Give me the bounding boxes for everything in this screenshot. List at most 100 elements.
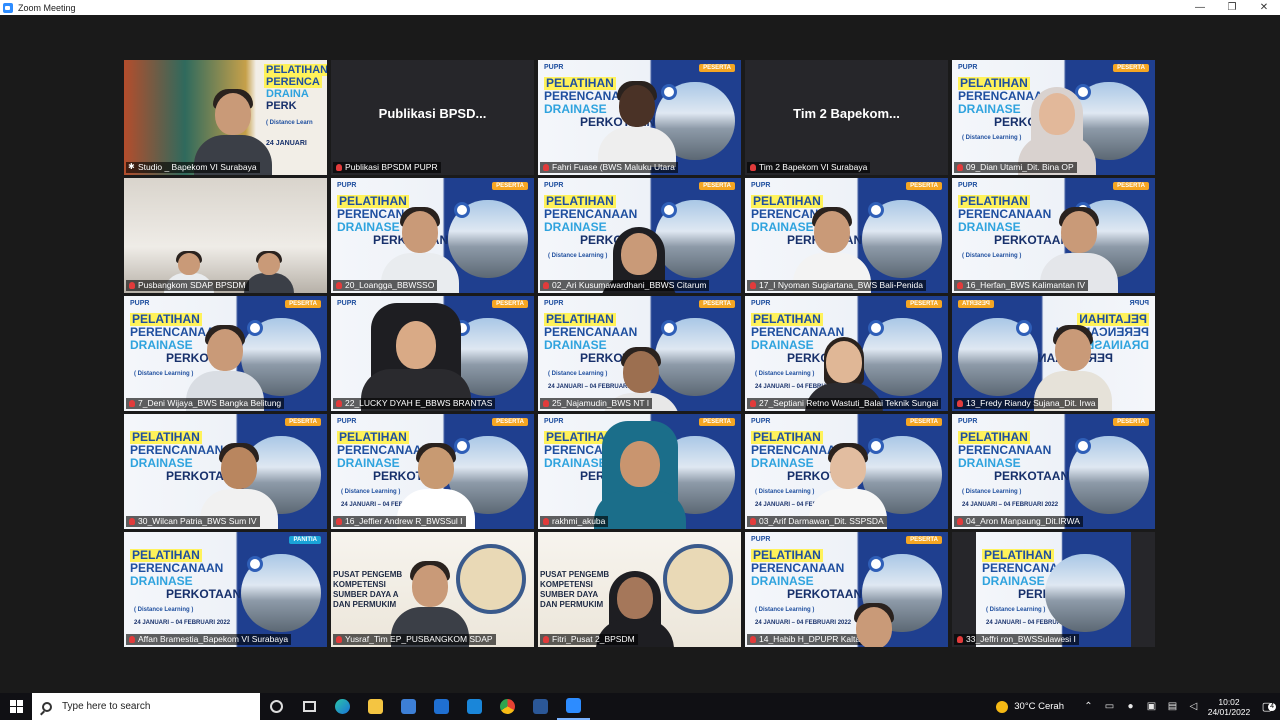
video-tile-aron[interactable]: PUPR PESERTA PELATIHAN PERENCANAAN DRAINAS… xyxy=(952,414,1155,529)
close-button[interactable]: ✕ xyxy=(1248,0,1280,15)
notification-center-button[interactable]: ▢ 4 xyxy=(1254,700,1280,713)
microphone-icon[interactable]: ● xyxy=(1120,701,1141,712)
video-tile-wilcan[interactable]: PESERTA PELATIHAN PERENCANAAN DRAINASE PERK… xyxy=(124,414,327,529)
taskbar-search-box[interactable]: Type here to search xyxy=(32,693,260,720)
participant-name: 14_Habib H_DPUPR Kaltara xyxy=(759,634,868,644)
peserta-badge: PESERTA xyxy=(699,418,735,426)
chrome-taskbar-button[interactable] xyxy=(491,693,524,720)
video-tile-habib[interactable]: PUPR PESERTA PELATIHAN PERENCANAAN DRAINAS… xyxy=(745,532,948,647)
gallery-grid: PELATIHAN PERENCA DRAINA PERK ( Distance… xyxy=(124,60,1155,647)
video-tile-fredy[interactable]: PUPR PESERTA PELATIHAN PERENCANAAN DRAINAS… xyxy=(952,296,1155,411)
video-tile-jeffri[interactable]: PELATIHANPERENCANAANDRAINASEPERKOTAAN ( … xyxy=(952,532,1155,647)
ring-graphic xyxy=(868,556,884,572)
video-tile-najamudin[interactable]: PUPR PESERTA PELATIHAN PERENCANAAN DRAINAS… xyxy=(538,296,741,411)
meeting-stage: PELATIHAN PERENCA DRAINA PERK ( Distance… xyxy=(0,15,1280,693)
video-tile-affan[interactable]: PANITIA PELATIHAN PERENCANAAN DRAINASE PERK… xyxy=(124,532,327,647)
participant-name: 04_Aron Manpaung_Dit.IRWA xyxy=(966,516,1080,526)
video-tile-fahri[interactable]: PUPR PESERTA PELATIHAN PERENCANAAN DRAINAS… xyxy=(538,60,741,175)
slide-background: PUPR PESERTA PELATIHAN PERENCANAAN DRAINAS… xyxy=(952,414,1155,529)
video-tile-septiani[interactable]: PUPR PESERTA PELATIHAN PERENCANAAN DRAINAS… xyxy=(745,296,948,411)
ring-graphic xyxy=(1075,438,1091,454)
mic-muted-icon xyxy=(336,518,342,525)
pupr-logo: PUPR xyxy=(1129,300,1149,307)
mic-muted-icon xyxy=(957,518,963,525)
video-tile-jeffier[interactable]: PUPR PESERTA PELATIHAN PERENCANAAN DRAINAS… xyxy=(331,414,534,529)
video-tile-rakhmi[interactable]: PUPR PESERTA PELATIHAN PERENCANAAN DRAINAS… xyxy=(538,414,741,529)
participant-name: 27_Septiani Retno Wastuti_Balai Teknik S… xyxy=(759,398,939,408)
video-tile-deni[interactable]: PUPR PESERTA PELATIHAN PERENCANAAN DRAINAS… xyxy=(124,296,327,411)
file-explorer-taskbar-button[interactable] xyxy=(359,693,392,720)
video-tile-publikasi[interactable]: Publikasi BPSD... Publikasi BPSDM PUPR xyxy=(331,60,534,175)
volume-icon[interactable]: ◁ xyxy=(1183,701,1204,712)
network-icon[interactable]: ▤ xyxy=(1162,701,1183,712)
participant-name: 16_Herfan_BWS Kalimantan IV xyxy=(966,280,1086,290)
video-tile-tim2[interactable]: Tim 2 Bapekom... Tim 2 Bapekom VI Suraba… xyxy=(745,60,948,175)
participant-name: 13_Fredy Riandy Sujana_Dit. Irwa xyxy=(966,398,1096,408)
pupr-logo: PUPR xyxy=(751,300,771,307)
participant-name-label: rakhmi_akuba xyxy=(540,516,609,527)
participant-name-label: Tim 2 Bapekom VI Surabaya xyxy=(747,162,871,173)
video-tile-herfan[interactable]: PUPR PESERTA PELATIHAN PERENCANAAN DRAINAS… xyxy=(952,178,1155,293)
participant-name: Publikasi BPSDM PUPR xyxy=(345,162,438,172)
slide-date: 24 JANUARI – 04 FEBRUARI 2022 xyxy=(962,502,1059,508)
search-icon xyxy=(42,701,52,712)
store-taskbar-button[interactable] xyxy=(392,693,425,720)
video-tile-nyoman[interactable]: PUPR PESERTA PELATIHAN PERENCANAAN DRAINAS… xyxy=(745,178,948,293)
pupr-logo: PUPR xyxy=(544,182,564,189)
cortana-button[interactable] xyxy=(260,693,293,720)
video-tile-arif[interactable]: PUPR PESERTA PELATIHAN PERENCANAAN DRAINAS… xyxy=(745,414,948,529)
mic-muted-icon xyxy=(750,164,756,171)
participant-video xyxy=(598,75,688,175)
peserta-badge: PESERTA xyxy=(1113,64,1149,72)
participant-name-label: 16_Jeffier Andrew R_BWSSul I xyxy=(333,516,466,527)
mic-muted-icon xyxy=(336,164,342,171)
edge-taskbar-button[interactable] xyxy=(326,693,359,720)
video-tile-ari[interactable]: PUPR PESERTA PELATIHAN PERENCANAAN DRAINAS… xyxy=(538,178,741,293)
start-button[interactable] xyxy=(0,693,32,720)
mic-muted-icon xyxy=(957,164,963,171)
taskbar-clock[interactable]: 10:02 24/01/2022 xyxy=(1204,697,1254,717)
pupr-logo: PUPR xyxy=(958,64,978,71)
mail-taskbar-button[interactable] xyxy=(425,693,458,720)
minimize-button[interactable]: — xyxy=(1184,0,1216,15)
participant-name-label: 27_Septiani Retno Wastuti_Balai Teknik S… xyxy=(747,398,942,409)
mic-muted-icon xyxy=(750,282,756,289)
participant-name: rakhmi_akuba xyxy=(552,516,606,526)
video-tile-loangga[interactable]: PUPR PESERTA PELATIHAN PERENCANAAN DRAINAS… xyxy=(331,178,534,293)
video-tile-studio[interactable]: PELATIHAN PERENCA DRAINA PERK ( Distance… xyxy=(124,60,327,175)
pupr-logo: PUPR xyxy=(958,418,978,425)
mic-muted-icon xyxy=(957,400,963,407)
slide-subtitle: ( Distance Learning ) xyxy=(755,607,815,613)
participant-name: Yusraf_Tim EP_PUSBANGKOM SDAP xyxy=(345,634,493,644)
participant-name: Fitri_Pusat 2_BPSDM xyxy=(552,634,635,644)
task-view-button[interactable] xyxy=(293,693,326,720)
chevron-up-icon[interactable]: ⌃ xyxy=(1078,701,1099,712)
participant-name-label: 09_Dian Utami_Dit. Bina OP xyxy=(954,162,1077,173)
participant-video xyxy=(594,417,686,529)
peserta-badge: PESERTA xyxy=(492,300,528,308)
video-tile-fitri[interactable]: PUSAT PENGEMB KOMPETENSI SUMBER DAYA DAN… xyxy=(538,532,741,647)
headline-line4: PERKOTAAN xyxy=(994,469,1070,483)
participant-name-label: Pusbangkom SDAP BPSDM xyxy=(126,280,249,291)
display-icon[interactable]: ▣ xyxy=(1141,701,1162,712)
video-tile-lucky[interactable]: PUPR PESERTA 22_LUCKY DYAH E_BBWS BRANTA… xyxy=(331,296,534,411)
word-taskbar-button[interactable] xyxy=(524,693,557,720)
video-tile-dian[interactable]: PUPR PESERTA PELATIHAN PERENCANAAN DRAINAS… xyxy=(952,60,1155,175)
participant-name-label: 14_Habib H_DPUPR Kaltara xyxy=(747,634,871,645)
word-icon xyxy=(533,699,548,714)
video-tile-pusbangkom[interactable]: Pusbangkom SDAP BPSDM xyxy=(124,178,327,293)
zoom-taskbar-button[interactable] xyxy=(557,693,590,720)
room-background xyxy=(124,178,327,293)
peserta-badge: PESERTA xyxy=(958,300,994,308)
weather-text[interactable]: 30°C Cerah xyxy=(1014,701,1064,712)
pupr-logo: PUPR xyxy=(544,64,564,71)
app-taskbar-button[interactable] xyxy=(458,693,491,720)
video-tile-yusraf[interactable]: PUSAT PENGEMB KOMPETENSI SUMBER DAYA A D… xyxy=(331,532,534,647)
device-icon[interactable]: ▭ xyxy=(1099,701,1120,712)
folder-icon xyxy=(368,699,383,714)
pupr-logo: PUPR xyxy=(130,300,150,307)
restore-button[interactable]: ❐ xyxy=(1216,0,1248,15)
participant-name: 7_Deni Wijaya_BWS Bangka Belitung xyxy=(138,398,282,408)
slide-subtitle: ( Distance Learning ) xyxy=(548,253,608,259)
peserta-badge: PESERTA xyxy=(1113,182,1149,190)
